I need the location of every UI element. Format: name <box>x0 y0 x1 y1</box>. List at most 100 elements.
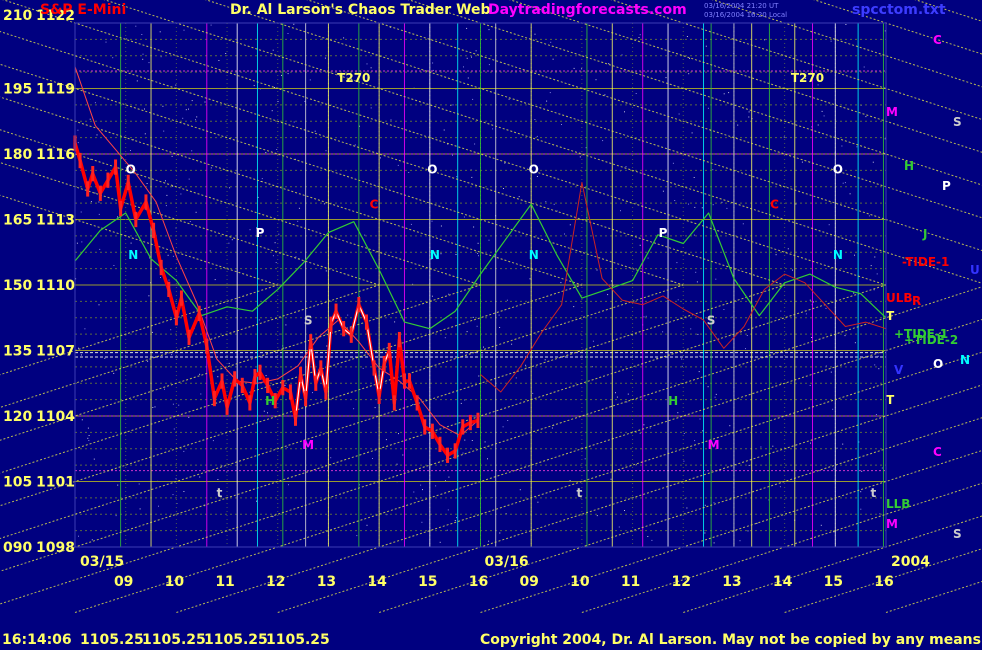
quote-low: 1105.25 <box>204 632 268 648</box>
star-dot <box>370 107 372 109</box>
star-dot <box>135 25 137 27</box>
star-dot <box>620 210 621 212</box>
star-dot <box>293 23 295 25</box>
star-dot <box>463 216 465 218</box>
timestamp-ut: 03/16/2004 21:20 UT <box>704 2 779 10</box>
star-dot <box>584 458 586 460</box>
star-dot <box>448 293 450 295</box>
star-dot <box>88 440 90 441</box>
star-dot <box>204 101 206 103</box>
star-dot <box>560 282 562 284</box>
star-dot <box>783 136 785 138</box>
star-dot <box>712 204 714 206</box>
star-dot <box>876 273 878 275</box>
star-dot <box>325 270 327 272</box>
star-dot <box>173 428 175 430</box>
star-dot <box>688 73 690 75</box>
star-dot <box>534 119 536 120</box>
star-dot <box>874 256 876 258</box>
star-dot <box>635 93 637 94</box>
star-dot <box>639 432 641 434</box>
star-dot <box>330 457 332 459</box>
star-dot <box>596 269 598 271</box>
star-dot <box>77 129 79 131</box>
star-dot <box>272 516 274 518</box>
site-link[interactable]: Daytradingforecasts.com <box>488 2 687 18</box>
star-dot <box>874 364 876 366</box>
star-dot <box>729 425 731 427</box>
star-dot <box>737 124 739 126</box>
star-dot <box>854 342 856 344</box>
star-dot <box>639 34 641 36</box>
star-dot <box>196 116 198 118</box>
star-dot <box>488 29 490 31</box>
signal-label: N <box>833 248 843 262</box>
star-dot <box>825 307 827 309</box>
star-dot <box>183 450 185 452</box>
signal-label: C <box>770 198 779 212</box>
star-dot <box>833 468 835 470</box>
star-dot <box>842 182 844 184</box>
star-dot <box>742 223 744 225</box>
star-dot <box>739 540 741 542</box>
star-dot <box>467 77 469 79</box>
star-dot <box>686 36 688 37</box>
star-dot <box>473 226 475 228</box>
star-dot <box>394 321 396 323</box>
star-dot <box>881 467 883 469</box>
signal-label: M <box>302 438 314 452</box>
star-dot <box>651 539 653 541</box>
star-dot <box>272 49 274 51</box>
star-dot <box>488 239 490 241</box>
star-dot <box>144 108 145 110</box>
chart-title: Dr. Al Larson's Chaos Trader Web <box>230 2 491 18</box>
signal-label: H <box>265 394 275 408</box>
star-dot <box>80 211 82 213</box>
star-dot <box>271 110 273 112</box>
star-dot <box>860 491 862 493</box>
star-dot <box>604 94 606 96</box>
star-dot <box>412 404 414 405</box>
signal-label: t <box>576 486 582 500</box>
star-dot <box>780 310 782 312</box>
star-dot <box>189 221 191 222</box>
star-dot <box>856 146 858 148</box>
signal-label: t <box>217 486 223 500</box>
star-dot <box>356 535 358 537</box>
right-label: C <box>933 445 942 459</box>
star-dot <box>624 510 625 511</box>
star-dot <box>823 115 825 117</box>
left-axis-label: 105 <box>3 475 32 491</box>
star-dot <box>191 100 193 102</box>
star-dot <box>607 294 609 296</box>
star-dot <box>647 257 649 259</box>
star-dot <box>471 176 473 178</box>
right-label: ULB <box>886 291 913 305</box>
star-dot <box>511 343 513 345</box>
star-dot <box>447 509 449 511</box>
star-dot <box>695 271 697 273</box>
star-dot <box>172 494 174 496</box>
star-dot <box>844 182 846 184</box>
star-dot <box>89 118 91 120</box>
star-dot <box>466 57 468 59</box>
star-dot <box>745 348 746 350</box>
star-dot <box>199 373 201 375</box>
star-dot <box>746 335 748 336</box>
star-dot <box>828 224 830 226</box>
star-dot <box>136 80 138 82</box>
star-dot <box>787 248 789 250</box>
hour-label: 14 <box>367 574 387 590</box>
star-dot <box>820 524 822 526</box>
star-dot <box>293 121 295 123</box>
star-dot <box>476 325 478 327</box>
star-dot <box>89 158 91 160</box>
star-dot <box>715 278 717 280</box>
star-dot <box>772 445 774 447</box>
price-axis-label: 1101 <box>36 475 75 491</box>
star-dot <box>274 87 275 88</box>
star-dot <box>274 242 276 244</box>
star-dot <box>649 427 651 429</box>
star-dot <box>160 56 162 58</box>
date-label: 03/16 <box>485 554 529 570</box>
